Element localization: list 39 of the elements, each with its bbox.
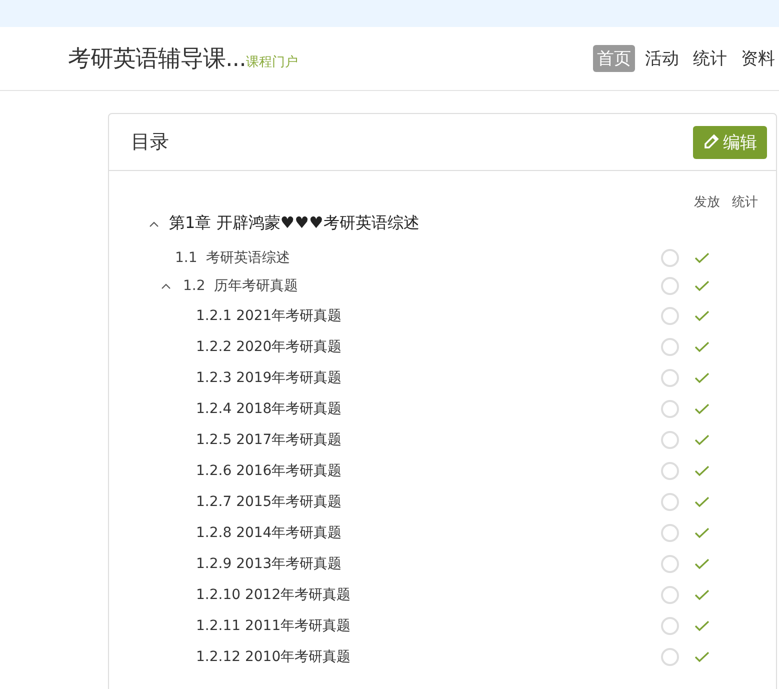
release-radio[interactable] xyxy=(661,400,679,418)
lesson-title[interactable]: 1.2.12 2010年考研真题 xyxy=(196,648,351,666)
lesson-title[interactable]: 1.2.10 2012年考研真题 xyxy=(196,586,351,604)
lesson-title[interactable]: 1.2.11 2011年考研真题 xyxy=(196,616,351,634)
nav-tab[interactable]: 资料 xyxy=(737,45,779,72)
section-title[interactable]: 1.1 考研英语综述 xyxy=(175,249,290,267)
release-radio[interactable] xyxy=(661,277,679,295)
section-title[interactable]: 1.2 历年考研真题 xyxy=(183,277,298,295)
lesson-title[interactable]: 1.2.7 2015年考研真题 xyxy=(196,492,342,510)
chapter-title[interactable]: 第1章 开辟鸿蒙♥♥♥考研英语综述 xyxy=(169,213,420,234)
lesson-title[interactable]: 1.2.8 2014年考研真题 xyxy=(196,524,342,542)
release-radio[interactable] xyxy=(661,249,679,267)
release-radio[interactable] xyxy=(661,462,679,480)
lesson-title[interactable]: 1.2.1 2021年考研真题 xyxy=(196,306,342,324)
lesson-title[interactable]: 1.2.3 2019年考研真题 xyxy=(196,368,342,386)
lesson-title[interactable]: 1.2.6 2016年考研真题 xyxy=(196,462,342,480)
release-radio[interactable] xyxy=(661,524,679,542)
lesson-title[interactable]: 1.2.2 2020年考研真题 xyxy=(196,338,342,356)
column-header: 统计 xyxy=(732,194,758,211)
release-radio[interactable] xyxy=(661,430,679,448)
column-header: 发放 xyxy=(694,194,720,211)
lesson-title[interactable]: 1.2.4 2018年考研真题 xyxy=(196,400,342,418)
lesson-title[interactable]: 1.2.9 2013年考研真题 xyxy=(196,554,342,572)
collapse-caret-icon[interactable] xyxy=(149,220,159,226)
release-radio[interactable] xyxy=(661,648,679,666)
pencil-icon xyxy=(703,134,719,150)
nav-tab[interactable]: 活动 xyxy=(641,45,683,72)
release-radio[interactable] xyxy=(661,616,679,634)
card-title: 目录 xyxy=(131,130,169,155)
release-radio[interactable] xyxy=(661,306,679,324)
collapse-caret-icon[interactable] xyxy=(161,283,171,289)
lesson-title[interactable]: 1.2.5 2017年考研真题 xyxy=(196,430,342,448)
nav-tab[interactable]: 统计 xyxy=(689,45,731,72)
course-title: 考研英语辅导课... xyxy=(68,45,246,74)
release-radio[interactable] xyxy=(661,368,679,386)
release-radio[interactable] xyxy=(661,586,679,604)
release-radio[interactable] xyxy=(661,554,679,572)
release-radio[interactable] xyxy=(661,492,679,510)
release-radio[interactable] xyxy=(661,338,679,356)
